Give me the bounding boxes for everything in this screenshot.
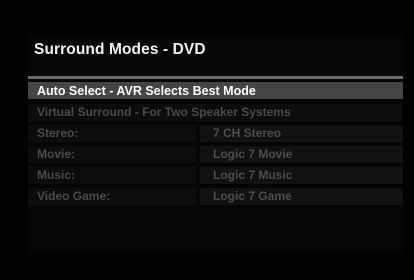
setting-label-cell: Stereo: [28,125,196,142]
option-auto-select-label: Auto Select - AVR Selects Best Mode [37,84,256,98]
setting-label-cell: Video Game: [28,188,196,205]
setting-row-stereo[interactable]: Stereo: 7 CH Stereo [28,125,403,142]
title-separator [28,76,403,79]
setting-value-stereo: 7 CH Stereo [213,126,282,140]
setting-label-cell: Movie: [28,146,196,163]
setting-label-movie: Movie: [37,147,76,161]
setting-value-music: Logic 7 Music [213,168,293,182]
option-auto-select[interactable]: Auto Select - AVR Selects Best Mode [28,82,403,99]
setting-row-music[interactable]: Music: Logic 7 Music [28,167,403,184]
setting-value-cell[interactable]: Logic 7 Game [200,188,403,205]
option-virtual-surround-label: Virtual Surround - For Two Speaker Syste… [37,105,291,119]
setting-value-cell[interactable]: Logic 7 Music [200,167,403,184]
setting-row-movie[interactable]: Movie: Logic 7 Movie [28,146,403,163]
setting-value-cell[interactable]: 7 CH Stereo [200,125,403,142]
setting-row-video-game[interactable]: Video Game: Logic 7 Game [28,188,403,205]
setting-label-cell: Music: [28,167,196,184]
setting-label-music: Music: [37,168,76,182]
setting-label-video-game: Video Game: [37,189,111,203]
setting-value-cell[interactable]: Logic 7 Movie [200,146,403,163]
menu-title: Surround Modes - DVD [34,41,206,58]
menu-panel [28,34,403,254]
osd-screen: Surround Modes - DVD Auto Select - AVR S… [0,0,414,280]
option-virtual-surround[interactable]: Virtual Surround - For Two Speaker Syste… [28,104,403,121]
setting-value-video-game: Logic 7 Game [213,189,292,203]
setting-value-movie: Logic 7 Movie [213,147,293,161]
setting-label-stereo: Stereo: [37,126,79,140]
